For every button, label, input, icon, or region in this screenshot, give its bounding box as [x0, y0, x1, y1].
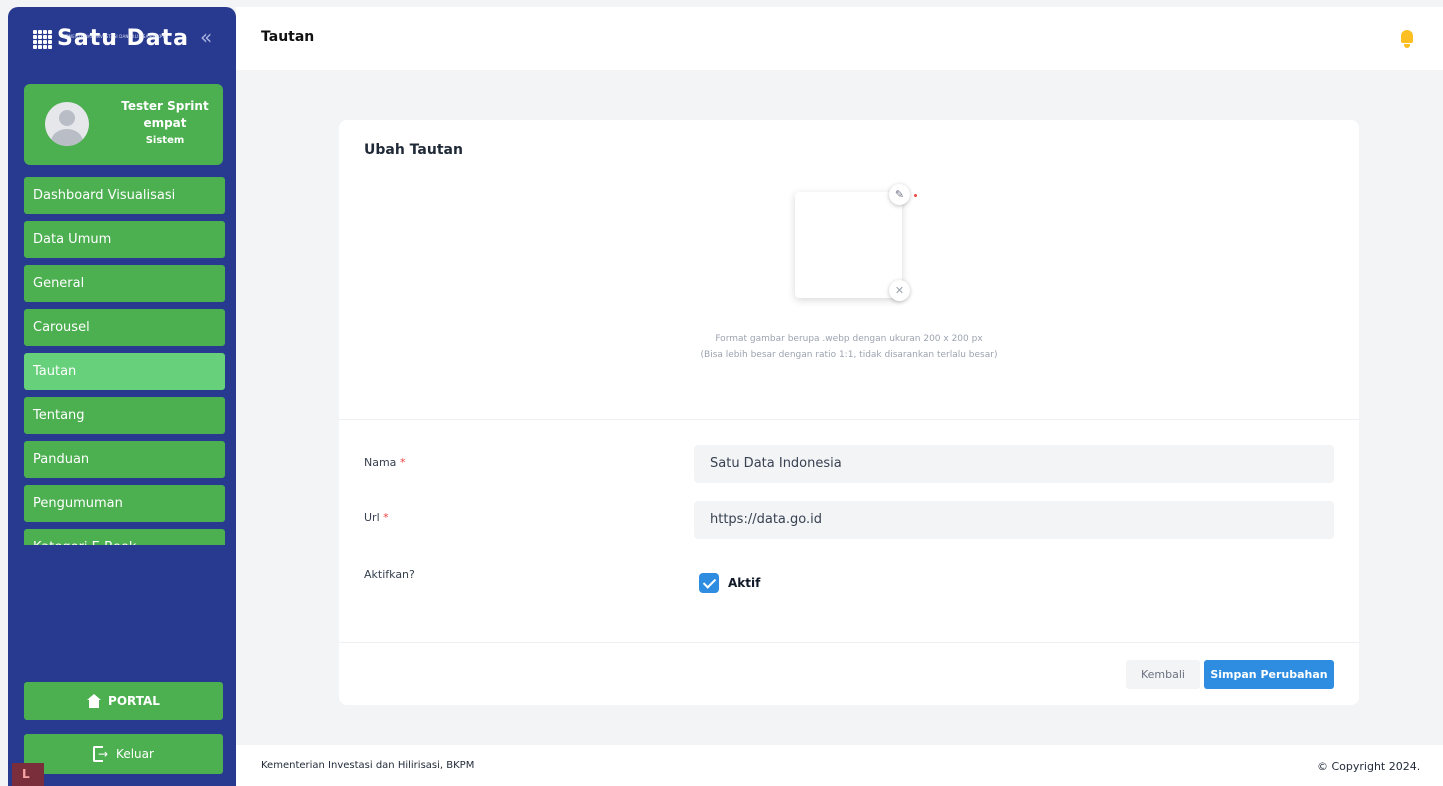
card-title: Ubah Tautan — [364, 142, 463, 158]
sidebar-item-kategori-e-book[interactable]: Kategori E-Book — [24, 529, 225, 545]
laravel-debug-icon[interactable] — [12, 763, 44, 786]
required-dot — [914, 194, 917, 197]
portal-button[interactable]: PORTAL — [24, 682, 223, 720]
aktif-checkbox[interactable] — [699, 573, 719, 593]
topbar: Tautan — [236, 7, 1443, 70]
image-hint-ratio: (Bisa lebih besar dengan ratio 1:1, tida… — [700, 350, 998, 360]
sidebar-item-carousel[interactable]: Carousel — [24, 309, 225, 346]
sidebar-item-panduan[interactable]: Panduan — [24, 441, 225, 478]
divider — [339, 419, 1359, 420]
sidebar-item-data-umum[interactable]: Data Umum — [24, 221, 225, 258]
image-hint-format: Format gambar berupa .webp dengan ukuran… — [715, 334, 983, 344]
sidebar-item-tentang[interactable]: Tentang — [24, 397, 225, 434]
nama-field[interactable]: Satu Data Indonesia — [694, 445, 1334, 483]
home-icon — [87, 694, 102, 708]
aktif-checkbox-label: Aktif — [728, 576, 761, 590]
portal-label: PORTAL — [108, 694, 160, 708]
logout-button[interactable]: → Keluar — [24, 734, 223, 774]
avatar — [45, 102, 89, 146]
footer-organization: Kementerian Investasi dan Hilirisasi, BK… — [261, 760, 475, 771]
double-chevron-left-icon[interactable]: « — [200, 25, 212, 49]
footer-copyright: © Copyright 2024. — [1317, 760, 1421, 773]
url-field[interactable]: https://data.go.id — [694, 501, 1334, 539]
sidebar: Satu Data KEMENTERIAN INVESTASI DAN HILI… — [8, 7, 236, 786]
page-title: Tautan — [261, 29, 315, 45]
footer: Kementerian Investasi dan Hilirisasi, BK… — [236, 745, 1443, 786]
logo-text: Satu Data — [57, 26, 189, 51]
back-button[interactable]: Kembali — [1126, 660, 1200, 689]
url-label: Url * — [364, 511, 389, 524]
aktif-label: Aktifkan? — [364, 568, 415, 581]
sidebar-item-dashboard-visualisasi[interactable]: Dashboard Visualisasi — [24, 177, 225, 214]
bell-icon[interactable] — [1399, 30, 1415, 48]
divider — [339, 642, 1359, 643]
logout-label: Keluar — [116, 747, 154, 761]
sidebar-menu: Dashboard Visualisasi Data Umum General … — [24, 177, 225, 545]
edit-link-card: Ubah Tautan ✎ ✕ Format gambar berupa .we… — [339, 120, 1359, 705]
sidebar-item-pengumuman[interactable]: Pengumuman — [24, 485, 225, 522]
pencil-icon[interactable]: ✎ — [889, 184, 910, 205]
aktif-checkbox-row[interactable]: Aktif — [699, 573, 760, 593]
logout-icon: → — [93, 746, 109, 762]
user-role: Sistem — [145, 135, 185, 146]
save-button[interactable]: Simpan Perubahan — [1204, 660, 1334, 689]
logo-subtitle: KEMENTERIAN INVESTASI DAN HILIRISASI/BKP… — [63, 34, 167, 39]
user-card: Tester Sprint empat Sistem — [24, 84, 223, 165]
sidebar-item-general[interactable]: General — [24, 265, 225, 302]
nama-label: Nama * — [364, 456, 406, 469]
logo-grid-icon — [33, 30, 53, 50]
sidebar-item-tautan[interactable]: Tautan — [24, 353, 225, 390]
user-name: Tester Sprint empat — [121, 99, 209, 130]
image-upload-preview[interactable] — [795, 192, 902, 298]
app-logo[interactable]: Satu Data — [33, 27, 189, 67]
close-icon[interactable]: ✕ — [889, 280, 910, 301]
